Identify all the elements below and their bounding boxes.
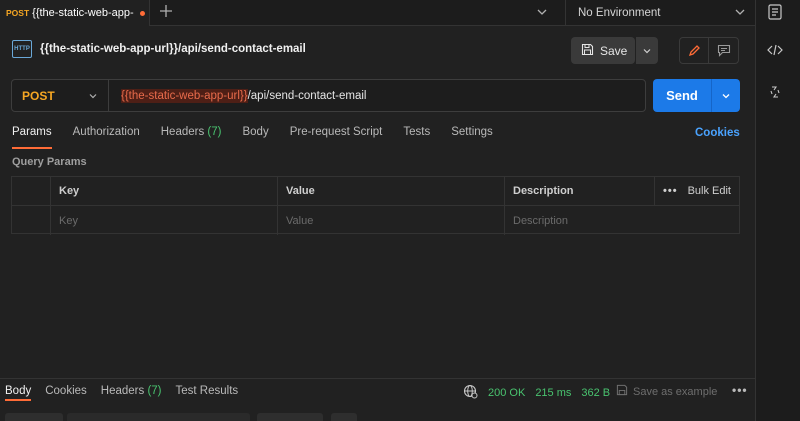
url-variable: {{the-static-web-app-url}} <box>121 88 248 103</box>
request-tab[interactable]: POST {{the-static-web-app- <box>0 0 150 26</box>
chevron-down-icon <box>89 93 97 98</box>
save-options-button[interactable] <box>636 37 658 64</box>
save-button[interactable]: Save <box>571 37 635 64</box>
request-title[interactable]: {{the-static-web-app-url}}/api/send-cont… <box>40 43 306 55</box>
comment-icon[interactable] <box>709 38 738 63</box>
environment-quicklook-icon[interactable] <box>768 4 782 23</box>
send-label: Send <box>666 88 698 103</box>
response-tab-headers[interactable]: Headers (7) <box>101 385 162 397</box>
floppy-disk-icon <box>616 384 628 399</box>
response-tab-test-results[interactable]: Test Results <box>176 385 239 397</box>
response-size[interactable]: 362 B <box>581 387 610 399</box>
response-status: 200 OK 215 ms 362 B <box>463 384 610 402</box>
table-header: Key Value Description ••• Bulk Edit <box>12 177 739 206</box>
send-button[interactable]: Send <box>653 79 740 112</box>
send-options-chevron-down-icon[interactable] <box>712 91 740 101</box>
request-header: HTTP {{the-static-web-app-url}}/api/send… <box>12 40 306 58</box>
query-params-table: Key Value Description ••• Bulk Edit Key … <box>11 176 740 235</box>
view-toggle <box>679 37 739 64</box>
response-tab-cookies[interactable]: Cookies <box>45 385 87 397</box>
save-label: Save <box>600 43 628 58</box>
tab-method: POST <box>6 8 30 18</box>
url-path: /api/send-contact-email <box>247 89 367 102</box>
response-time[interactable]: 215 ms <box>535 387 571 399</box>
column-value: Value <box>278 177 505 205</box>
description-input[interactable]: Description <box>505 206 739 235</box>
query-params-label: Query Params <box>12 156 87 168</box>
tab-settings[interactable]: Settings <box>451 126 493 146</box>
status-code[interactable]: 200 OK <box>488 387 525 399</box>
save-as-example-label: Save as example <box>633 385 718 398</box>
tab-body[interactable]: Body <box>242 126 268 146</box>
response-headers-count: (7) <box>147 385 162 397</box>
response-format-stub[interactable] <box>5 413 63 421</box>
request-tabs: Params Authorization Headers (7) Body Pr… <box>12 126 514 149</box>
save-as-example-button[interactable]: Save as example <box>616 384 717 399</box>
floppy-disk-icon <box>581 43 594 59</box>
response-tabs: Body Cookies Headers (7) Test Results <box>5 385 252 401</box>
pencil-icon[interactable] <box>680 38 710 63</box>
column-key: Key <box>51 177 278 205</box>
response-type-stub[interactable] <box>257 413 323 421</box>
response-wrap-stub[interactable] <box>331 413 357 421</box>
method-label: POST <box>22 88 55 103</box>
tab-list-chevron-down-icon[interactable] <box>536 6 548 21</box>
key-input[interactable]: Key <box>51 206 278 235</box>
tab-headers[interactable]: Headers (7) <box>161 126 222 146</box>
bulk-edit-button[interactable]: Bulk Edit <box>688 185 731 197</box>
method-select[interactable]: POST <box>12 80 109 111</box>
more-options-icon[interactable]: ••• <box>663 185 678 197</box>
right-sidebar <box>755 0 800 421</box>
response-more-icon[interactable]: ••• <box>732 383 748 397</box>
table-row: Key Value Description <box>12 206 739 235</box>
http-icon: HTTP <box>12 40 32 58</box>
tab-authorization[interactable]: Authorization <box>73 126 140 146</box>
environment-selector[interactable]: No Environment <box>565 0 755 26</box>
response-view-stub[interactable] <box>67 413 250 421</box>
chevron-down-icon[interactable] <box>734 6 746 21</box>
column-description: Description <box>505 177 655 205</box>
tab-tests[interactable]: Tests <box>403 126 430 146</box>
url-input[interactable]: {{the-static-web-app-url}}/api/send-cont… <box>109 88 367 103</box>
code-icon[interactable] <box>767 43 783 60</box>
environment-label: No Environment <box>578 7 661 19</box>
chevron-down-icon <box>643 48 651 53</box>
plus-icon[interactable] <box>158 3 174 19</box>
tab-params[interactable]: Params <box>12 126 52 149</box>
unsaved-dot-icon <box>139 10 145 16</box>
response-tab-body[interactable]: Body <box>5 385 32 401</box>
value-input[interactable]: Value <box>278 206 505 235</box>
refresh-icon[interactable] <box>769 85 781 102</box>
cookies-link[interactable]: Cookies <box>695 127 740 139</box>
url-bar: POST {{the-static-web-app-url}}/api/send… <box>11 79 646 112</box>
tab-name: {{the-static-web-app- <box>32 7 134 19</box>
headers-count: (7) <box>207 126 222 138</box>
tab-pre-request-script[interactable]: Pre-request Script <box>290 126 383 146</box>
globe-icon[interactable] <box>463 384 478 402</box>
